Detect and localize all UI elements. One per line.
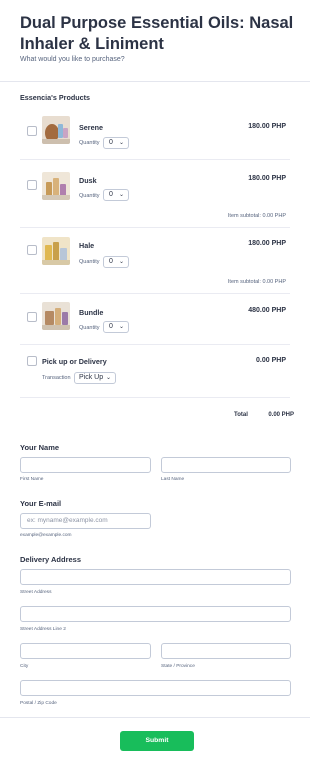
product-price: 180.00 PHP xyxy=(248,175,286,182)
pickup-price: 0.00 PHP xyxy=(256,357,286,364)
chevron-down-icon: ⌄ xyxy=(118,192,124,198)
transaction-label: Transaction xyxy=(42,375,71,381)
footer-divider xyxy=(0,717,310,718)
quantity-value: 0 xyxy=(109,323,113,330)
product-image xyxy=(42,116,70,144)
product-image xyxy=(42,237,70,265)
name-label: Your Name xyxy=(20,443,60,452)
product-bundle: Bundle 480.00 PHP Quantity 0 ⌄ xyxy=(20,300,290,342)
product-name: Dusk xyxy=(79,176,97,185)
quantity-value: 0 xyxy=(109,191,113,198)
divider xyxy=(20,227,290,228)
product-checkbox[interactable] xyxy=(27,245,37,255)
quantity-select[interactable]: 0 ⌄ xyxy=(103,321,129,333)
form-subtitle: What would you like to purchase? xyxy=(20,56,125,63)
street-address-line2-sublabel: Street Address Line 2 xyxy=(20,627,66,632)
city-sublabel: City xyxy=(20,664,29,669)
email-input[interactable]: ex: myname@example.com xyxy=(20,513,151,529)
product-checkbox[interactable] xyxy=(27,126,37,136)
item-subtotal: Item subtotal: 0.00 PHP xyxy=(227,279,286,285)
chevron-down-icon: ⌄ xyxy=(118,259,124,265)
quantity-value: 0 xyxy=(109,139,113,146)
chevron-down-icon: ⌄ xyxy=(118,140,124,146)
divider xyxy=(20,293,290,294)
quantity-select[interactable]: 0 ⌄ xyxy=(103,256,129,268)
product-name: Bundle xyxy=(79,308,104,317)
product-hale: Hale 180.00 PHP Quantity 0 ⌄ Item subtot… xyxy=(20,233,290,291)
item-subtotal: Item subtotal: 0.00 PHP xyxy=(227,213,286,219)
submit-button[interactable]: Submit xyxy=(120,731,194,751)
form-title: Dual Purpose Essential Oils: Nasal Inhal… xyxy=(20,14,294,53)
pickup-delivery-option: Pick up or Delivery 0.00 PHP Transaction… xyxy=(20,352,290,392)
street-address-sublabel: Street Address xyxy=(20,590,52,595)
divider xyxy=(20,344,290,345)
state-input[interactable] xyxy=(161,643,291,659)
total-value: 0.00 PHP xyxy=(268,412,294,418)
street-address-line2-input[interactable] xyxy=(20,606,291,622)
street-address-input[interactable] xyxy=(20,569,291,585)
divider xyxy=(20,397,290,398)
postal-code-sublabel: Postal / Zip Code xyxy=(20,701,57,706)
product-checkbox[interactable] xyxy=(27,180,37,190)
email-sublabel: example@example.com xyxy=(20,533,72,538)
product-price: 180.00 PHP xyxy=(248,123,286,130)
postal-code-input[interactable] xyxy=(20,680,291,696)
transaction-value: Pick Up xyxy=(79,374,104,381)
chevron-down-icon: ⌄ xyxy=(118,324,124,330)
first-name-input[interactable] xyxy=(20,457,151,473)
quantity-label: Quantity xyxy=(79,325,100,331)
product-image xyxy=(42,172,70,200)
product-name: Hale xyxy=(79,241,95,250)
divider xyxy=(20,159,290,160)
city-input[interactable] xyxy=(20,643,151,659)
pickup-checkbox[interactable] xyxy=(27,356,37,366)
last-name-sublabel: Last Name xyxy=(161,477,185,482)
product-price: 480.00 PHP xyxy=(248,307,286,314)
total-label: Total xyxy=(234,412,248,418)
first-name-sublabel: First Name xyxy=(20,477,44,482)
form-header: Dual Purpose Essential Oils: Nasal Inhal… xyxy=(0,0,310,82)
quantity-label: Quantity xyxy=(79,193,100,199)
quantity-select[interactable]: 0 ⌄ xyxy=(103,137,129,149)
quantity-label: Quantity xyxy=(79,140,100,146)
products-section-label: Essencia's Products xyxy=(20,93,91,102)
state-sublabel: State / Province xyxy=(161,664,195,669)
product-serene: Serene 180.00 PHP Quantity 0 ⌄ xyxy=(20,112,290,158)
product-image xyxy=(42,302,70,330)
pickup-name: Pick up or Delivery xyxy=(42,357,107,366)
quantity-value: 0 xyxy=(109,258,113,265)
address-label: Delivery Address xyxy=(20,555,82,564)
last-name-input[interactable] xyxy=(161,457,291,473)
product-checkbox[interactable] xyxy=(27,312,37,322)
product-price: 180.00 PHP xyxy=(248,240,286,247)
quantity-label: Quantity xyxy=(79,259,100,265)
quantity-select[interactable]: 0 ⌄ xyxy=(103,189,129,201)
transaction-select[interactable]: Pick Up ⌄ xyxy=(74,372,116,384)
chevron-down-icon: ⌄ xyxy=(105,375,111,381)
product-dusk: Dusk 180.00 PHP Quantity 0 ⌄ Item subtot… xyxy=(20,168,290,226)
product-name: Serene xyxy=(79,123,103,132)
email-label: Your E-mail xyxy=(20,499,62,508)
